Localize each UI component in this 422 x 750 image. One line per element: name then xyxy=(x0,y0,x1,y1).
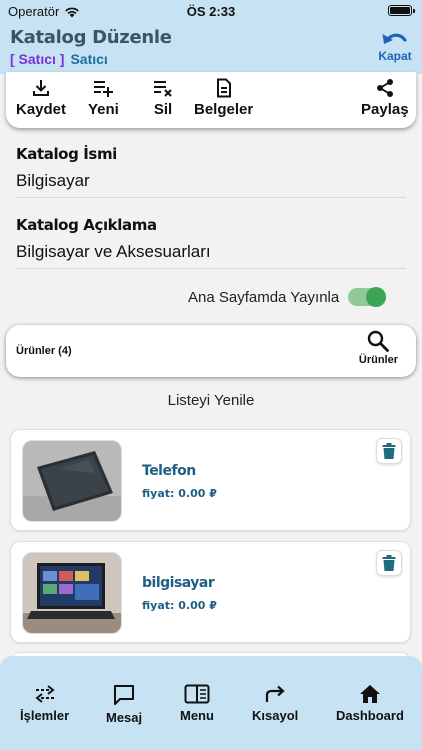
nav-operations-label: İşlemler xyxy=(20,708,70,723)
documents-button[interactable]: Belgeler xyxy=(194,78,253,118)
nav-message-label: Mesaj xyxy=(106,710,143,725)
trash-icon xyxy=(382,555,396,571)
product-price: fiyat: 0.00 ₽ xyxy=(142,487,217,500)
nav-shortcut[interactable]: Kısayol xyxy=(252,684,298,723)
nav-dashboard-label: Dashboard xyxy=(336,708,404,723)
user-role: [ Satıcı ] Satıcı xyxy=(10,51,108,67)
delete-product-button[interactable] xyxy=(376,550,402,576)
catalog-name-field[interactable]: Bilgisayar xyxy=(16,163,406,198)
products-count: Ürünler (4) xyxy=(16,345,72,357)
publish-label: Ana Sayfamda Yayınla xyxy=(188,289,340,306)
menu-book-icon xyxy=(184,684,210,704)
document-icon xyxy=(216,78,231,98)
product-card[interactable]: Telefon fiyat: 0.00 ₽ xyxy=(10,429,411,531)
share-icon xyxy=(376,79,393,97)
swap-horizontal-icon xyxy=(34,685,55,703)
nav-message[interactable]: Mesaj xyxy=(106,684,142,725)
search-icon xyxy=(368,330,390,352)
product-image-laptop xyxy=(22,552,122,634)
home-icon xyxy=(359,685,380,703)
refresh-list-button[interactable]: Listeyi Yenile xyxy=(0,392,422,409)
undo-icon xyxy=(382,33,407,44)
share-label: Paylaş xyxy=(361,101,409,118)
nav-dashboard[interactable]: Dashboard xyxy=(336,684,404,723)
forward-arrow-icon xyxy=(266,685,285,702)
products-search-button[interactable]: Ürünler xyxy=(359,329,398,366)
new-button[interactable]: Yeni xyxy=(88,78,119,118)
product-name: Telefon xyxy=(142,463,196,479)
nav-menu-label: Menu xyxy=(180,708,214,723)
products-search-label: Ürünler xyxy=(358,354,398,366)
catalog-form: Katalog İsmi Bilgisayar Katalog Açıklama… xyxy=(16,145,406,269)
role-badge: [ Satıcı ] xyxy=(10,51,65,67)
chat-bubble-icon xyxy=(114,685,135,705)
page-title: Katalog Düzenle xyxy=(10,27,172,48)
delete-button[interactable]: Sil xyxy=(152,78,174,118)
playlist-add-icon xyxy=(94,81,114,97)
nav-shortcut-label: Kısayol xyxy=(252,708,299,723)
publish-row: Ana Sayfamda Yayınla xyxy=(0,286,422,310)
new-label: Yeni xyxy=(88,101,119,118)
clock: ÖS 2:33 xyxy=(186,4,236,19)
role-label: Satıcı xyxy=(70,51,108,67)
product-name: bilgisayar xyxy=(142,575,215,591)
product-image-phone xyxy=(22,440,122,522)
product-card[interactable]: bilgisayar fiyat: 0.00 ₽ xyxy=(10,541,411,643)
save-label: Kaydet xyxy=(16,101,67,118)
close-label: Kapat xyxy=(378,49,412,63)
download-icon xyxy=(33,80,50,96)
close-button[interactable]: Kapat xyxy=(378,30,412,63)
action-toolbar: Kaydet Yeni Sil Belgeler Paylaş xyxy=(6,72,416,128)
products-header: Ürünler (4) Ürünler xyxy=(6,325,416,377)
catalog-description-field[interactable]: Bilgisayar ve Aksesuarları xyxy=(16,234,406,269)
share-button[interactable]: Paylaş xyxy=(361,78,409,118)
bottom-navigation: İşlemler Mesaj Menu Kısayol Dashboard xyxy=(0,656,422,750)
delete-product-button[interactable] xyxy=(376,438,402,464)
playlist-remove-icon xyxy=(154,81,172,97)
nav-operations[interactable]: İşlemler xyxy=(20,684,69,723)
status-bar: Operatör ÖS 2:33 xyxy=(0,0,422,22)
trash-icon xyxy=(382,443,396,459)
delete-label: Sil xyxy=(153,101,173,118)
publish-toggle[interactable] xyxy=(348,287,386,307)
catalog-description-label: Katalog Açıklama xyxy=(16,216,157,234)
battery-icon xyxy=(388,5,415,16)
product-price: fiyat: 0.00 ₽ xyxy=(142,599,217,612)
documents-label: Belgeler xyxy=(194,101,254,118)
catalog-name-label: Katalog İsmi xyxy=(16,145,117,163)
save-button[interactable]: Kaydet xyxy=(16,78,66,118)
app-header: Katalog Düzenle [ Satıcı ] Satıcı Kapat xyxy=(0,22,422,74)
nav-menu[interactable]: Menu xyxy=(180,684,214,723)
